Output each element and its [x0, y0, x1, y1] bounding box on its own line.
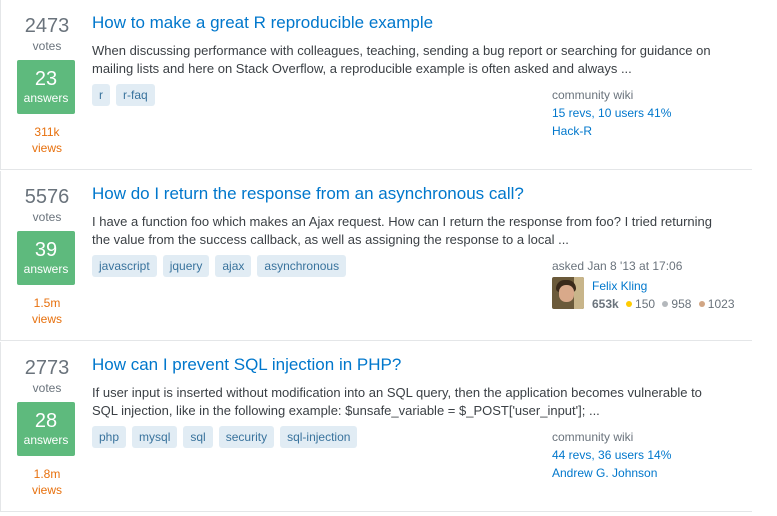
- question-excerpt: If user input is inserted without modifi…: [92, 385, 702, 418]
- vote-count: 2773: [24, 357, 70, 379]
- votes-label: votes: [32, 381, 62, 395]
- answer-count: 39: [34, 239, 58, 261]
- view-count: 1.8m views: [17, 466, 77, 498]
- owner-info: community wiki 44 revs, 36 users 14% And…: [552, 428, 671, 482]
- tag-javascript[interactable]: javascript: [92, 255, 157, 277]
- answers-label: answers: [23, 91, 69, 105]
- gold-badge-icon: [626, 301, 633, 307]
- answers-status-box: 23 answers: [17, 60, 75, 114]
- tag-asynchronous[interactable]: asynchronous: [257, 255, 347, 277]
- view-count: 1.5m views: [17, 295, 77, 327]
- tag-list: php mysql sql security sql-injection: [92, 426, 358, 448]
- views-value: 311k: [34, 125, 60, 139]
- views-value: 1.5m: [33, 296, 61, 310]
- user-reputation: 653k 150 958 1023: [592, 295, 735, 313]
- question-stats: 2773 votes 28 answers 1.8m views: [17, 356, 77, 498]
- view-count: 311k views: [17, 124, 77, 156]
- question-title-link[interactable]: How can I prevent SQL injection in PHP?: [92, 354, 401, 376]
- tag-mysql[interactable]: mysql: [132, 426, 178, 448]
- question-title-link[interactable]: How to make a great R reproducible examp…: [92, 12, 433, 34]
- question-summary: 2473 votes 23 answers 311k views How to …: [0, 0, 752, 170]
- votes-label: votes: [32, 39, 62, 53]
- tag-security[interactable]: security: [218, 426, 275, 448]
- question-stats: 5576 votes 39 answers 1.5m views: [17, 185, 77, 327]
- reputation-score: 653k: [592, 297, 619, 311]
- owner-info: community wiki 15 revs, 10 users 41% Hac…: [552, 86, 671, 140]
- silver-badge-icon: [662, 301, 669, 307]
- question-title-link[interactable]: How do I return the response from an asy…: [92, 183, 524, 205]
- tag-r-faq[interactable]: r-faq: [116, 84, 155, 106]
- answers-status-box: 39 answers: [17, 231, 75, 285]
- tag-sql[interactable]: sql: [183, 426, 213, 448]
- community-wiki-label: community wiki: [552, 430, 634, 444]
- views-value: 1.8m: [33, 467, 61, 481]
- question-summary: 2773 votes 28 answers 1.8m views How can…: [0, 342, 752, 512]
- community-wiki-label: community wiki: [552, 88, 634, 102]
- answers-label: answers: [23, 262, 69, 276]
- question-excerpt: I have a function foo which makes an Aja…: [92, 214, 713, 247]
- asked-timestamp: asked Jan 8 '13 at 17:06: [552, 259, 683, 273]
- user-link[interactable]: Hack-R: [552, 122, 671, 140]
- vote-count: 5576: [24, 186, 70, 208]
- question-excerpt: When discussing performance with colleag…: [92, 43, 711, 76]
- tag-list: r r-faq: [92, 84, 155, 106]
- user-card: Felix Kling 653k 150 958 1023: [552, 277, 735, 313]
- answer-count: 23: [34, 68, 58, 90]
- answers-label: answers: [23, 433, 69, 447]
- answer-count: 28: [34, 410, 58, 432]
- tag-sql-injection[interactable]: sql-injection: [280, 426, 358, 448]
- tag-r[interactable]: r: [92, 84, 110, 106]
- question-summary: 5576 votes 39 answers 1.5m views How do …: [0, 171, 752, 341]
- question-list: 2473 votes 23 answers 311k views How to …: [0, 0, 777, 516]
- user-link[interactable]: Felix Kling: [592, 277, 735, 295]
- gold-badge-count: 150: [635, 297, 656, 311]
- tag-ajax[interactable]: ajax: [215, 255, 252, 277]
- silver-badge-count: 958: [671, 297, 692, 311]
- question-stats: 2473 votes 23 answers 311k views: [17, 14, 77, 156]
- votes-label: votes: [32, 210, 62, 224]
- tag-php[interactable]: php: [92, 426, 127, 448]
- tag-jquery[interactable]: jquery: [162, 255, 210, 277]
- views-label: views: [31, 141, 62, 155]
- vote-count: 2473: [24, 15, 70, 37]
- views-label: views: [31, 483, 62, 497]
- bronze-badge-icon: [698, 301, 705, 307]
- bronze-badge-count: 1023: [707, 297, 735, 311]
- revisions-link[interactable]: 15 revs, 10 users 41%: [552, 104, 671, 122]
- owner-info: asked Jan 8 '13 at 17:06 Felix Kling 653…: [552, 257, 735, 313]
- answers-status-box: 28 answers: [17, 402, 75, 456]
- avatar[interactable]: [552, 277, 584, 309]
- revisions-link[interactable]: 44 revs, 36 users 14%: [552, 446, 671, 464]
- user-link[interactable]: Andrew G. Johnson: [552, 464, 671, 482]
- tag-list: javascript jquery ajax asynchronous: [92, 255, 347, 277]
- views-label: views: [31, 312, 62, 326]
- user-details: Felix Kling 653k 150 958 1023: [592, 277, 735, 313]
